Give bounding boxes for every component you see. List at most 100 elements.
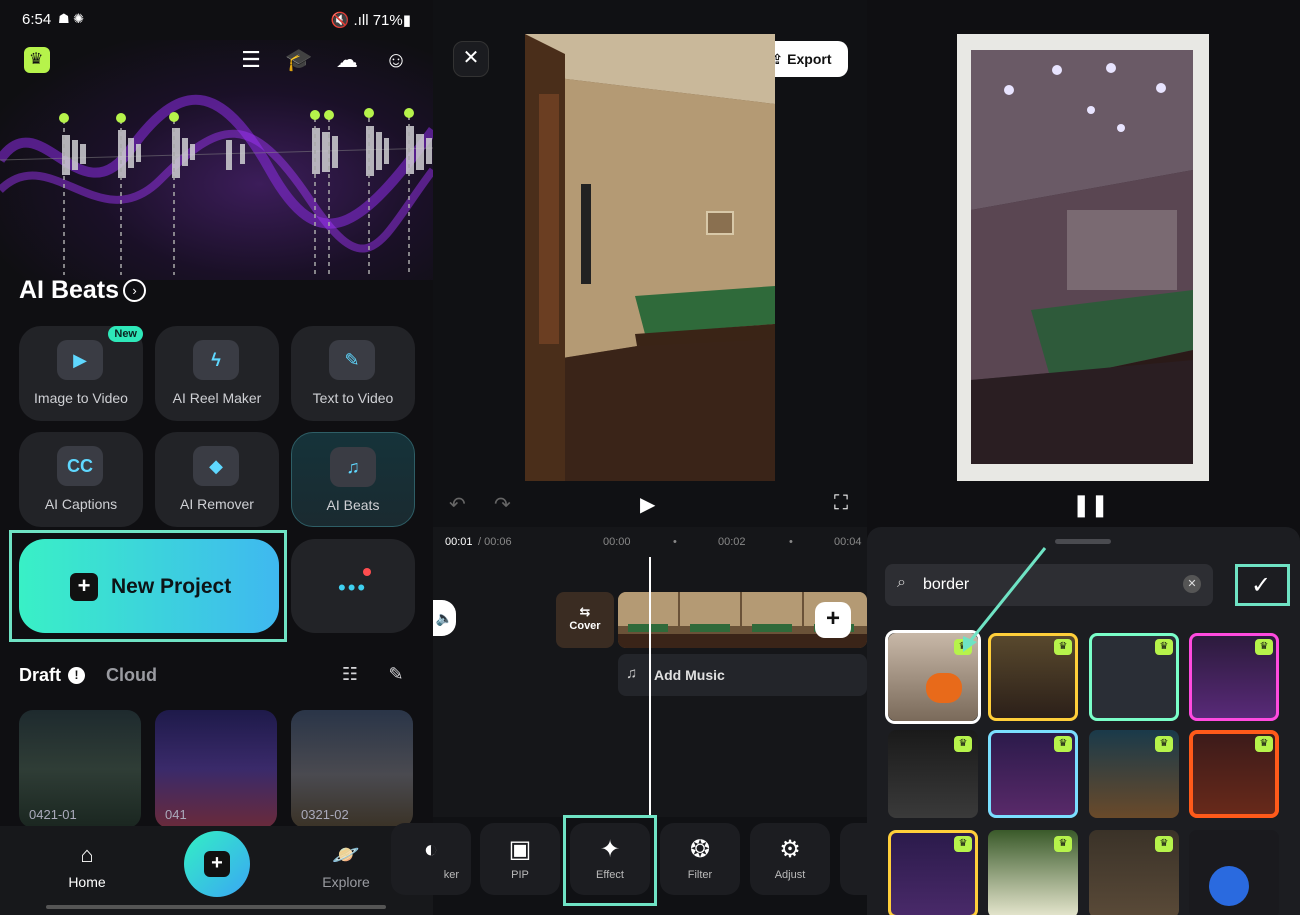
list-view-icon[interactable]: ☷ <box>339 664 361 686</box>
app-logo-icon <box>24 47 50 73</box>
filter-icon: ❂ <box>689 836 711 863</box>
planet-icon: 🪐 <box>332 842 360 867</box>
lightning-icon: ϟ <box>193 340 239 380</box>
add-music-label: Add Music <box>654 667 725 683</box>
tile-label: AI Beats <box>326 497 380 513</box>
captions-icon: CC <box>57 446 103 486</box>
tile-label: AI Remover <box>180 496 254 512</box>
tile-ai-captions[interactable]: CC AI Captions <box>19 432 143 527</box>
gesture-bar <box>46 905 386 909</box>
edit-icon[interactable]: ✎ <box>385 664 407 686</box>
tool-pip[interactable]: ▣ PIP <box>480 823 560 895</box>
tile-image-to-video[interactable]: ▶ Image to Video New <box>19 326 143 421</box>
cover-label: Cover <box>569 620 601 632</box>
plus-icon: + <box>204 851 230 877</box>
tile-ai-reel-maker[interactable]: ϟ AI Reel Maker <box>155 326 279 421</box>
more-dots-icon: ••• <box>338 575 368 600</box>
waveform-illustration <box>0 94 433 275</box>
draft-caption: 0321-02 <box>301 807 349 822</box>
nav-explore[interactable]: 🪐 Explore <box>306 842 386 890</box>
redo-icon[interactable]: ↷ <box>494 492 511 517</box>
draft-thumbnail[interactable]: 0321-02 <box>291 710 413 828</box>
home-screen: 6:54 ☗ ✺ 🔇 .ıll 71%▮ ♛ ☰ 🎓 ☁ ☺ AI Beats … <box>0 0 433 915</box>
ruler-dot: • <box>673 536 677 548</box>
effects-screen: ❚❚ ⌕ border ✕ ✓ ♛ ♛ ♛ ♛ ♛ ♛ ♛ ♛ ♛ ♛ <box>867 0 1300 915</box>
task-list-icon[interactable]: ☰ <box>237 46 265 74</box>
app-root: 6:54 ☗ ✺ 🔇 .ıll 71%▮ ♛ ☰ 🎓 ☁ ☺ AI Beats … <box>0 0 1300 915</box>
more-tools-button[interactable]: ••• <box>291 539 415 633</box>
add-clip-button[interactable]: + <box>815 602 851 638</box>
tutorial-cap-icon[interactable]: 🎓 <box>285 46 313 74</box>
tool-sticker[interactable]: ◐ ker <box>391 823 471 895</box>
section-title[interactable]: AI Beats <box>19 276 119 305</box>
eraser-icon: ◆ <box>193 446 239 486</box>
status-bar: 6:54 ☗ ✺ 🔇 .ıll 71%▮ <box>0 0 433 40</box>
callout-arrow <box>963 547 1047 652</box>
pencil-video-icon: ✎ <box>329 340 375 380</box>
warning-icon[interactable]: ! <box>68 667 85 684</box>
music-note-icon: ♫ <box>626 665 638 682</box>
undo-icon[interactable]: ↶ <box>449 492 466 517</box>
cloud-icon[interactable]: ☁ <box>333 46 361 74</box>
plus-icon: + <box>70 573 98 601</box>
draft-caption: 041 <box>165 807 187 822</box>
new-badge: New <box>108 326 143 342</box>
tool-filter[interactable]: ❂ Filter <box>660 823 740 895</box>
sliders-icon: ⚙ <box>779 836 801 863</box>
export-label: Export <box>787 51 832 67</box>
tool-label: ker <box>443 869 459 881</box>
sticker-icon: ◐ <box>423 836 439 863</box>
tool-label: Adjust <box>774 869 806 881</box>
profile-icon[interactable]: ☺ <box>382 46 410 74</box>
ruler-tick: 00:02 <box>718 536 746 548</box>
timeline: 00:01 / 00:06 00:00 • 00:02 • 00:04 🔈 ⇆ … <box>433 527 867 817</box>
beats-music-icon: ♫ <box>330 447 376 487</box>
status-battery: 🔇 .ıll 71%▮ <box>330 12 411 29</box>
tab-draft[interactable]: Draft <box>19 665 61 686</box>
fullscreen-icon[interactable]: ⛶ <box>834 492 848 515</box>
play-icon[interactable]: ▶ <box>640 492 655 517</box>
ruler-tick: 00:04 <box>834 536 862 548</box>
tile-label: AI Captions <box>44 496 118 512</box>
cover-button[interactable]: ⇆ Cover <box>556 592 614 648</box>
nav-label: Home <box>68 874 106 890</box>
swap-icon: ⇆ <box>579 604 591 619</box>
time-current: 00:01 <box>445 536 473 548</box>
create-fab-button[interactable]: + <box>184 831 250 897</box>
tile-label: Text to Video <box>312 390 394 406</box>
editor-screen: ✕ ⇪ Export ↶ ↷ ▶ ⛶ 00:01 / 00:06 00:00 •… <box>391 0 920 915</box>
pip-icon: ▣ <box>508 836 532 863</box>
tab-cloud[interactable]: Cloud <box>106 665 157 686</box>
tile-ai-remover[interactable]: ◆ AI Remover <box>155 432 279 527</box>
chevron-right-icon[interactable]: › <box>123 279 146 302</box>
status-icons: ☗ ✺ <box>58 11 85 26</box>
mute-audio-button[interactable]: 🔈 <box>433 600 456 636</box>
bottom-nav: ⌂ Home + 🪐 Explore <box>0 826 433 915</box>
status-time: 6:54 <box>22 11 52 28</box>
image-to-video-icon: ▶ <box>57 340 103 380</box>
time-total: / 00:06 <box>478 536 512 548</box>
nav-home[interactable]: ⌂ Home <box>47 842 127 890</box>
draft-caption: 0421-01 <box>29 807 77 822</box>
add-music-track[interactable]: ♫ Add Music <box>618 654 867 696</box>
tile-label: AI Reel Maker <box>172 390 262 406</box>
tool-adjust[interactable]: ⚙ Adjust <box>750 823 830 895</box>
tile-text-to-video[interactable]: ✎ Text to Video <box>291 326 415 421</box>
draft-thumbnail[interactable]: 041 <box>155 710 277 828</box>
ai-beats-hero-banner[interactable] <box>0 40 433 280</box>
video-preview[interactable] <box>525 34 775 481</box>
notification-dot <box>363 568 371 576</box>
effect-highlight <box>563 815 657 906</box>
close-button[interactable]: ✕ <box>453 41 489 77</box>
home-icon: ⌂ <box>80 842 94 867</box>
ruler-tick: 00:00 <box>603 536 631 548</box>
new-project-label: New Project <box>111 575 232 598</box>
draft-thumbnail[interactable]: 0421-01 <box>19 710 141 828</box>
tile-ai-beats[interactable]: ♫ AI Beats <box>291 432 415 527</box>
ruler-dot: • <box>789 536 793 548</box>
playhead[interactable] <box>649 557 651 817</box>
tile-label: Image to Video <box>34 390 128 406</box>
tool-label: Filter <box>687 869 713 881</box>
new-project-button[interactable]: + New Project <box>19 539 279 633</box>
tool-label: PIP <box>511 869 529 881</box>
